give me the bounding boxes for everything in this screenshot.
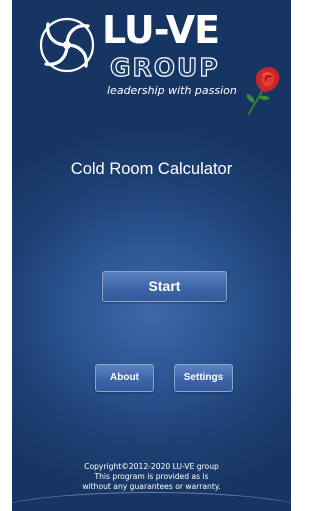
brand-name: LU-VE: [102, 8, 220, 52]
brand-logo: LU-VE GROUP leadership with passion: [36, 10, 290, 124]
copyright-line: Copyright©2012-2020 LU-VE group: [84, 462, 219, 471]
red-rose-icon: [246, 67, 280, 116]
copyright-footer: Copyright©2012-2020 LU-VE group This pro…: [12, 462, 291, 491]
about-button[interactable]: About: [95, 364, 154, 392]
brand-sub: GROUP: [109, 53, 220, 82]
disclaimer-line: This program is provided as is: [94, 471, 209, 481]
warranty-line: without any guarantees or warranty.: [82, 481, 221, 491]
settings-button[interactable]: Settings: [174, 364, 233, 392]
fan-swirl-icon: [36, 14, 98, 76]
decorative-arc: [12, 492, 291, 511]
start-button[interactable]: Start: [102, 271, 227, 302]
brand-tagline: leadership with passion: [107, 84, 237, 97]
app-screen: LU-VE GROUP leadership with passion Cold…: [12, 0, 291, 511]
page-title: Cold Room Calculator: [70, 160, 233, 178]
